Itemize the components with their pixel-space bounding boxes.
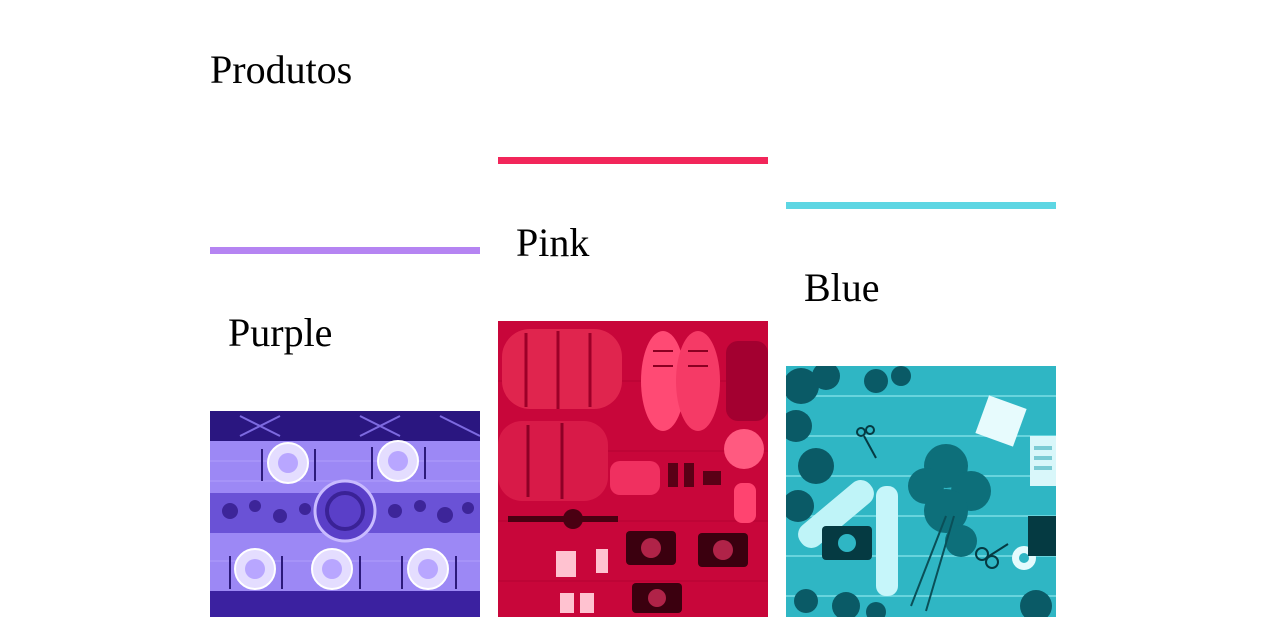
- flowers-desk-image: [786, 366, 1056, 617]
- page-title: Produtos: [210, 47, 353, 92]
- travel-gear-photo[interactable]: [498, 321, 768, 617]
- table-setting-image: [210, 411, 480, 617]
- table-setting-photo[interactable]: [210, 411, 480, 617]
- product-card-blue[interactable]: Blue: [786, 202, 1056, 617]
- product-card-purple[interactable]: Purple: [210, 247, 480, 617]
- product-label-pink: Pink: [516, 220, 590, 265]
- product-label-blue: Blue: [804, 265, 880, 310]
- accent-bar-pink: [498, 157, 768, 164]
- travel-gear-image: [498, 321, 768, 617]
- product-label-purple: Purple: [228, 310, 333, 355]
- accent-bar-purple: [210, 247, 480, 254]
- accent-bar-blue: [786, 202, 1056, 209]
- product-card-pink[interactable]: Pink: [498, 157, 768, 617]
- flowers-desk-photo[interactable]: [786, 366, 1056, 617]
